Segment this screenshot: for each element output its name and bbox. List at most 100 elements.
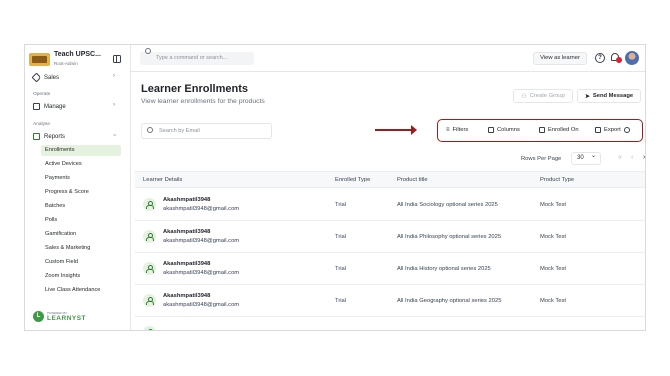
column-header[interactable]: Product Type [540,177,574,183]
product-title: All India Geography optional series 2025 [397,298,502,304]
sidebar-subitem-progress-score[interactable]: Progress & Score [41,187,121,198]
sidebar-subitem-polls[interactable]: Polls [41,215,121,226]
next-page-icon[interactable]: › [643,154,645,161]
product-type: Mock Test [540,298,566,304]
brand-logo [29,53,50,66]
columns-label: Columns [497,127,520,133]
column-header[interactable]: Enrolled Type [335,177,370,183]
user-icon [143,294,156,307]
prev-page-icon[interactable]: ‹ [631,154,633,161]
product-title: All India Sociology optional series 2025 [397,202,498,208]
sidebar-item-manage[interactable]: Manage [33,103,66,110]
sidebar-subitem-sales-marketing[interactable]: Sales & Marketing [41,243,121,254]
table-toolbar: ≡ Filters Columns Enrolled On Export [437,119,643,142]
create-group-label: Create Group [529,93,565,99]
calendar-icon [539,127,545,133]
table-row[interactable]: Akashmpatil3948 akashmpatil3948@gmail.co… [135,221,645,253]
learnyst-wordmark: LEARNYST [47,315,87,322]
table-header: Learner Details Enrolled Type Product ti… [135,171,645,188]
section-label-operate: Operate [33,92,51,97]
learner-name: Akashmpatil3948 [163,229,211,235]
page-subtitle: View learner enrollments for the product… [141,98,265,105]
create-group-button[interactable]: ⚇ Create Group [513,89,573,103]
enrolled-on-button[interactable]: Enrolled On [539,127,579,133]
user-icon [143,230,156,243]
sidebar-subitem-custom-field[interactable]: Custom Field [41,257,121,268]
filters-label: Filters [452,127,469,133]
user-icon [143,326,156,330]
top-bar: Type a command or search... View as lear… [131,45,645,72]
powered-by-logo: L POWERED BY LEARNYST [33,311,86,322]
group-icon: ⚇ [521,93,527,100]
enrolled-type: Trial [335,202,347,208]
enrolled-type: Trial [335,266,347,272]
first-page-icon[interactable]: « [618,154,622,161]
chevron-down-icon: › [111,134,117,136]
enrolled-type: Trial [335,298,347,304]
columns-icon [488,127,494,133]
learner-name: Akashmpatil3948 [163,293,211,299]
export-label: Export [604,127,621,133]
sidebar-subitem-live-class-attendance[interactable]: Live Class Attendance [41,285,121,296]
sidebar-item-sales[interactable]: Sales [31,72,60,83]
chevron-right-icon: › [113,73,115,79]
learner-email: akashmpatil3948@gmail.com [163,206,240,212]
sidebar-subitem-zoom-insights[interactable]: Zoom Insights [41,271,121,282]
avatar[interactable] [625,51,639,65]
product-type: Mock Test [540,202,566,208]
sidebar-item-label: Reports [44,133,66,140]
sidebar-subitem-batches[interactable]: Batches [41,201,121,212]
enrolled-on-label: Enrolled On [548,127,579,133]
columns-button[interactable]: Columns [488,127,520,133]
search-email-input[interactable]: Search by Email [141,123,272,139]
app-window: Teach UPSC... Root-Admin Sales › Operate… [24,44,646,331]
section-label-analyse: Analyse [33,122,51,127]
sidebar: Teach UPSC... Root-Admin Sales › Operate… [25,45,131,330]
sidebar-subitem-payments[interactable]: Payments [41,173,121,184]
learner-email: akashmpatil3948@gmail.com [163,238,240,244]
brand-role: Root-Admin [54,61,78,66]
sidebar-item-label: Manage [44,103,66,110]
user-icon [143,262,156,275]
column-header[interactable]: Product title [397,177,428,183]
product-title: All India Philosophy optional series 202… [397,234,502,240]
learner-email: akashmpatil3948@gmail.com [163,302,240,308]
export-button[interactable]: Export [595,127,630,133]
table-row[interactable]: Akashmpatil3948 akashmpatil3948@gmail.co… [135,253,645,285]
annotation-arrow [375,125,417,135]
rows-per-page-label: Rows Per Page [521,156,562,162]
sidebar-subitem-gamification[interactable]: Gamification [41,229,121,240]
send-message-button[interactable]: ➤ Send Message [577,89,641,103]
main-content: Learner Enrollments View learner enrollm… [131,72,645,330]
learnyst-logo-icon: L [33,311,44,322]
filter-icon: ≡ [446,127,450,133]
view-as-learner-button[interactable]: View as learner [533,52,587,65]
notification-dot [616,57,622,63]
tag-icon [31,72,42,83]
sidebar-item-label: Sales [44,74,60,81]
page-title: Learner Enrollments [141,83,248,95]
bell-icon[interactable] [611,53,622,63]
product-type: Mock Test [540,266,566,272]
sidebar-subitem-enrollments[interactable]: Enrollments [41,145,121,156]
briefcase-icon [33,103,40,110]
help-icon[interactable]: ? [595,53,605,63]
table-row[interactable]: Akashmpatil3948 akashmpatil3948@gmail.co… [135,285,645,317]
filters-button[interactable]: ≡ Filters [446,127,468,133]
learner-name: Akashmpatil3948 [163,261,211,267]
learner-email: akashmpatil3948@gmail.com [163,270,240,276]
chevron-right-icon: › [113,102,115,108]
brand-title: Teach UPSC... [54,51,101,58]
sidebar-toggle-icon[interactable] [113,55,121,63]
column-header[interactable]: Learner Details [143,177,182,183]
rows-per-page-select[interactable]: 30 [571,151,601,165]
command-search-input[interactable]: Type a command or search... [140,52,254,65]
sidebar-subitem-active-devices[interactable]: Active Devices [41,159,121,170]
sidebar-item-reports[interactable]: Reports [33,133,65,140]
product-type: Mock Test [540,234,566,240]
info-icon [623,127,630,133]
file-icon [595,127,601,133]
send-icon: ➤ [584,93,590,100]
table-row-partial[interactable] [135,317,645,330]
table-row[interactable]: Akashmpatil3948 akashmpatil3948@gmail.co… [135,189,645,221]
